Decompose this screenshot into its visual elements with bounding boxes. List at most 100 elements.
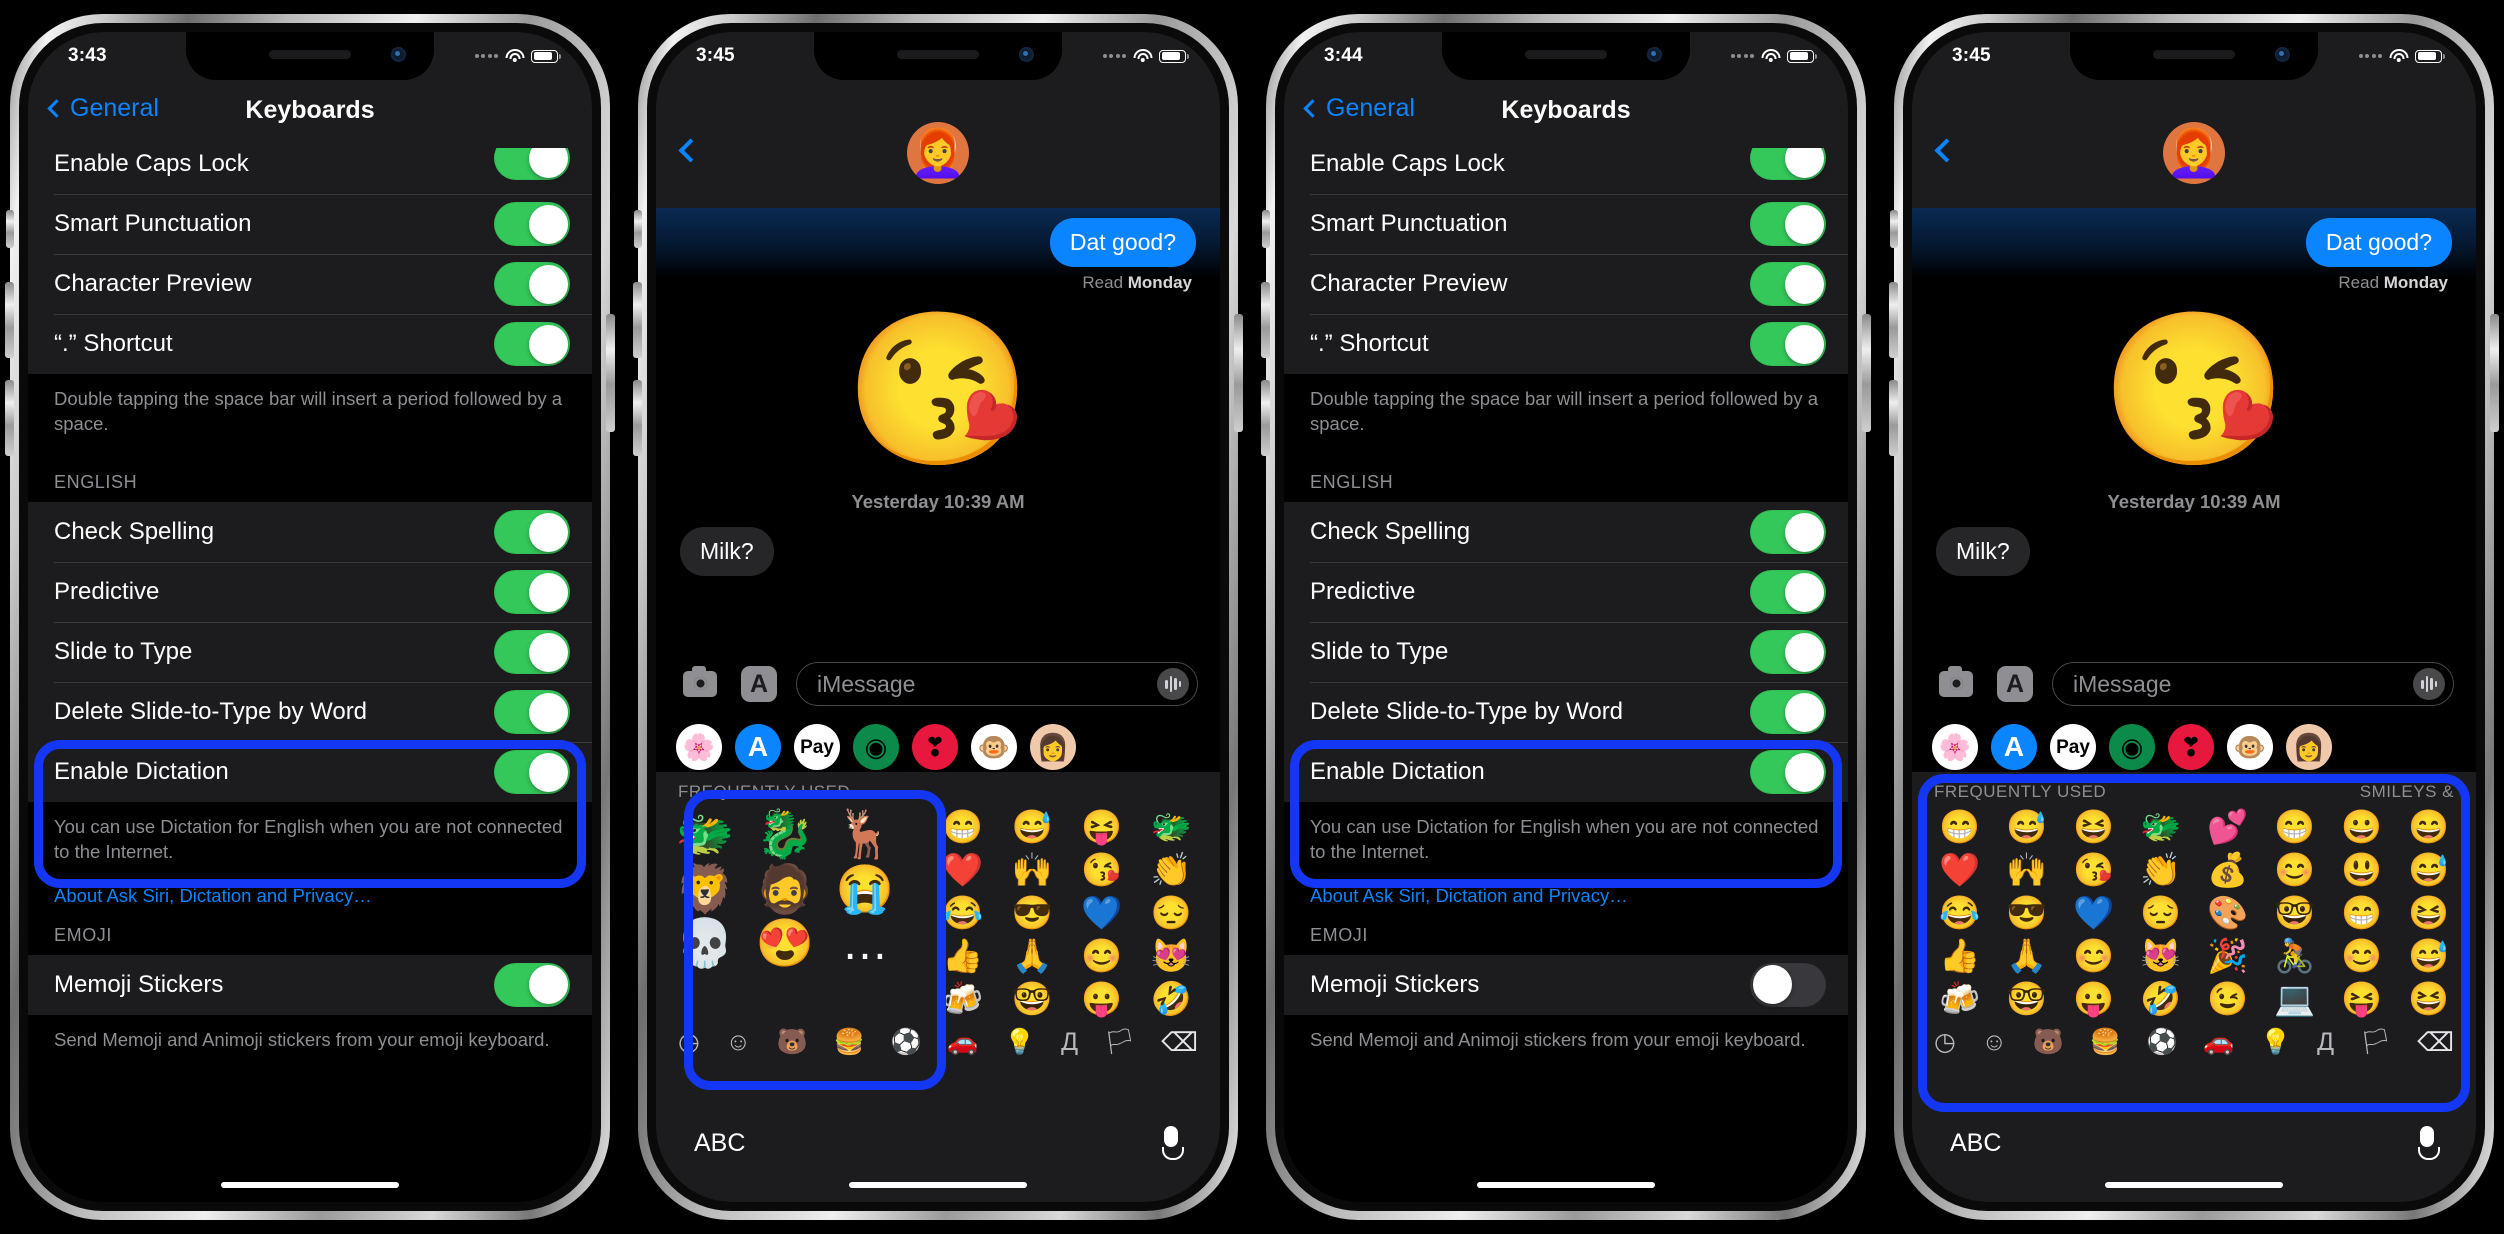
- emoji-cell[interactable]: 😊: [1067, 937, 1137, 976]
- home-indicator[interactable]: [849, 1182, 1027, 1188]
- volume-up-button[interactable]: [5, 282, 14, 358]
- emoji-cell[interactable]: 😅: [2395, 937, 2462, 976]
- emoji-cell[interactable]: 💙: [2060, 894, 2127, 933]
- app-store-icon[interactable]: A: [737, 662, 781, 706]
- emoji-cell[interactable]: 😎: [998, 894, 1068, 933]
- message-bubble[interactable]: Dat good?: [1049, 218, 1196, 267]
- microphone-icon[interactable]: [2416, 1126, 2440, 1160]
- memoji-sticker[interactable]: 😍: [746, 917, 824, 970]
- row-slide-to-type[interactable]: Slide to Type: [1284, 622, 1848, 682]
- emoji-cell[interactable]: 😉: [2194, 980, 2261, 1019]
- emoji-cell[interactable]: 😘: [2060, 851, 2127, 890]
- activity-icon[interactable]: ⚽: [2147, 1028, 2178, 1057]
- emoji-cell[interactable]: 💕: [2194, 808, 2261, 847]
- music-app-icon[interactable]: ❣: [912, 724, 958, 770]
- row-delete-slide-to-type-by-word[interactable]: Delete Slide-to-Type by Word: [28, 682, 592, 742]
- apple-pay-icon[interactable]: Pay: [2050, 724, 2096, 770]
- toggle-memoji-stickers[interactable]: [494, 962, 570, 1007]
- camera-icon[interactable]: [678, 662, 722, 706]
- memoji-sticker[interactable]: 🐲: [666, 807, 744, 861]
- row-character-preview[interactable]: Character Preview: [28, 254, 592, 314]
- settings-scroll[interactable]: Enable Caps Lock Smart Punctuation Chara…: [28, 148, 592, 1202]
- food-icon[interactable]: 🍔: [2090, 1028, 2121, 1057]
- mute-switch[interactable]: [1262, 210, 1270, 248]
- row-predictive[interactable]: Predictive: [1284, 562, 1848, 622]
- row-enable-dictation[interactable]: Enable Dictation: [28, 742, 592, 802]
- imessage-app-drawer[interactable]: 🌸 A Pay ◉ ❣ 🐵 👩: [1912, 716, 2476, 778]
- emoji-cell[interactable]: 😁: [1926, 808, 1993, 847]
- message-bubble[interactable]: Dat good?: [2305, 218, 2452, 267]
- emoji-cell[interactable]: 🙏: [1993, 937, 2060, 976]
- backspace-icon[interactable]: ⌫: [1161, 1027, 1198, 1058]
- images-app-icon[interactable]: ◉: [853, 724, 899, 770]
- emoji-cell[interactable]: 🐲: [1137, 808, 1207, 847]
- emoji-category-bar[interactable]: ◷ ☺ 🐻 🍔 ⚽ 🚗 💡 Д 🏳 ⌫: [656, 1019, 1220, 1064]
- toggle-enable-dictation[interactable]: [1750, 750, 1826, 795]
- row-period-shortcut[interactable]: “.” Shortcut: [28, 314, 592, 374]
- toggle-slide-to-type[interactable]: [1750, 630, 1826, 675]
- emoji-cell[interactable]: 🍻: [1926, 980, 1993, 1019]
- row-character-preview[interactable]: Character Preview: [1284, 254, 1848, 314]
- toggle-smart-punctuation[interactable]: [494, 202, 570, 246]
- emoji-cell[interactable]: 🙌: [998, 851, 1068, 890]
- emoji-cell[interactable]: 🎉: [2194, 937, 2261, 976]
- photos-app-icon[interactable]: 🌸: [1932, 724, 1978, 770]
- settings-scroll[interactable]: Enable Caps Lock Smart Punctuation Chara…: [1284, 148, 1848, 1202]
- mute-switch[interactable]: [1890, 210, 1898, 248]
- emoji-keyboard[interactable]: FREQUENTLY USED 🐲 🐉 🦌 🦁 🧔 😭 💀 😍 … 😁 😅 😝 …: [656, 772, 1220, 1202]
- back-button[interactable]: [678, 138, 703, 163]
- emoji-grid[interactable]: 😁 😅 😝 🐲 ❤️ 🙌 😘 👏 😂 😎 💙 😔 👍 🙏 😊 😻 🍻 🤓 😛 🤣: [914, 804, 1220, 1019]
- memoji-sticker-message[interactable]: 😘: [656, 307, 1220, 471]
- emoji-cell[interactable]: 🤓: [2261, 894, 2328, 933]
- toggle-period-shortcut[interactable]: [1750, 322, 1826, 366]
- memoji-sticker-message[interactable]: 😘: [1912, 307, 2476, 471]
- app-store-icon[interactable]: A: [1991, 724, 2037, 770]
- audio-waveform-icon[interactable]: [2413, 668, 2445, 700]
- emoji-cell[interactable]: 😁: [2328, 894, 2395, 933]
- row-delete-slide-to-type-by-word[interactable]: Delete Slide-to-Type by Word: [1284, 682, 1848, 742]
- row-check-spelling[interactable]: Check Spelling: [1284, 502, 1848, 562]
- emoji-cell[interactable]: 😆: [2395, 980, 2462, 1019]
- row-enable-caps-lock[interactable]: Enable Caps Lock: [28, 148, 592, 194]
- row-check-spelling[interactable]: Check Spelling: [28, 502, 592, 562]
- emoji-cell[interactable]: 🎨: [2194, 894, 2261, 933]
- emoji-cell[interactable]: 👏: [1137, 851, 1207, 890]
- row-slide-to-type[interactable]: Slide to Type: [28, 622, 592, 682]
- emoji-cell[interactable]: 😛: [1067, 980, 1137, 1019]
- toggle-check-spelling[interactable]: [1750, 510, 1826, 555]
- toggle-check-spelling[interactable]: [494, 510, 570, 555]
- memoji-sticker[interactable]: 🦌: [826, 807, 904, 861]
- emoji-cell[interactable]: 💰: [2194, 851, 2261, 890]
- emoji-category-bar[interactable]: ◷ ☺ 🐻 🍔 ⚽ 🚗 💡 Д 🏳 ⌫: [1912, 1019, 2476, 1064]
- emoji-cell[interactable]: 😊: [2261, 851, 2328, 890]
- microphone-icon[interactable]: [1160, 1126, 1184, 1160]
- memoji-app-icon[interactable]: 👩: [1030, 724, 1076, 770]
- emoji-cell[interactable]: 😄: [2395, 808, 2462, 847]
- emoji-cell[interactable]: 😎: [1993, 894, 2060, 933]
- emoji-cell[interactable]: ❤️: [1926, 851, 1993, 890]
- toggle-memoji-stickers[interactable]: [1750, 962, 1826, 1007]
- emoji-cell[interactable]: 😔: [1137, 894, 1207, 933]
- row-smart-punctuation[interactable]: Smart Punctuation: [1284, 194, 1848, 254]
- row-predictive[interactable]: Predictive: [28, 562, 592, 622]
- flags-icon[interactable]: 🏳: [1104, 1028, 1136, 1057]
- home-indicator[interactable]: [2105, 1182, 2283, 1188]
- objects-icon[interactable]: 💡: [2260, 1028, 2291, 1057]
- emoji-cell[interactable]: 🤣: [2127, 980, 2194, 1019]
- toggle-character-preview[interactable]: [494, 262, 570, 306]
- emoji-cell[interactable]: 👏: [2127, 851, 2194, 890]
- row-period-shortcut[interactable]: “.” Shortcut: [1284, 314, 1848, 374]
- emoji-cell[interactable]: 😝: [2328, 980, 2395, 1019]
- travel-icon[interactable]: 🚗: [2203, 1028, 2234, 1057]
- emoji-cell[interactable]: 🤓: [1993, 980, 2060, 1019]
- home-indicator[interactable]: [221, 1182, 399, 1188]
- travel-icon[interactable]: 🚗: [947, 1028, 978, 1057]
- images-app-icon[interactable]: ◉: [2109, 724, 2155, 770]
- volume-down-button[interactable]: [5, 380, 14, 456]
- emoji-cell[interactable]: 😅: [998, 808, 1068, 847]
- memoji-sticker-more-button[interactable]: …: [826, 917, 904, 970]
- power-button[interactable]: [1862, 314, 1871, 432]
- emoji-cell[interactable]: 😅: [1993, 808, 2060, 847]
- emoji-cell[interactable]: 🐲: [2127, 808, 2194, 847]
- toggle-predictive[interactable]: [494, 570, 570, 615]
